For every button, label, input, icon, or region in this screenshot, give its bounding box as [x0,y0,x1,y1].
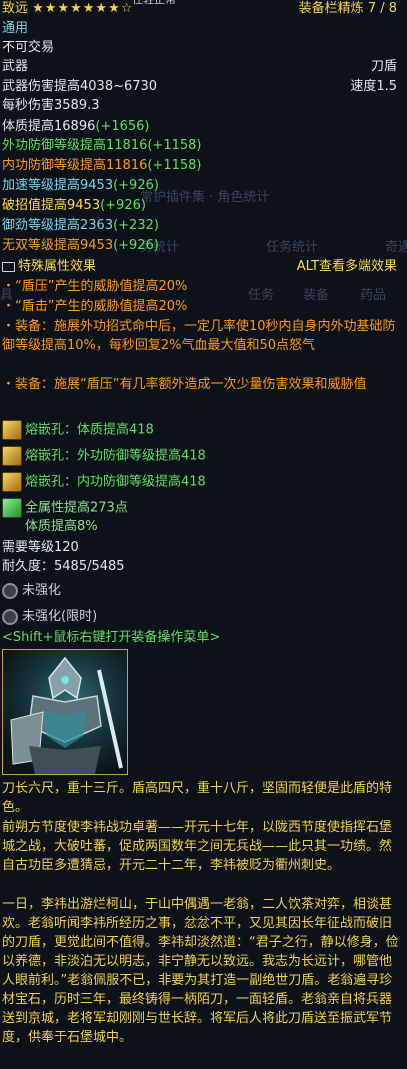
attr-bonus: (+1158) [147,138,202,153]
attr-row: 破招值提高9453(+926) [2,197,403,215]
tooltip-header: 致远 ★★★★★★★☆ 任轻正常 装备栏精炼 7 / 8 [2,0,403,18]
trade-status: 不可交易 [2,40,55,55]
attr-bonus: (+1656) [95,119,150,134]
socket-text: 熔嵌孔：外功防御等级提高418 [25,448,206,464]
dps: 每秒伤害3589.3 [2,98,100,113]
strengthen-text: 未强化(限时) [22,609,98,624]
socket-row: 熔嵌孔：外功防御等级提高418 [2,446,403,466]
special-line: ・装备：施展“盾压”有几率额外造成一次少量伤害效果和威胁值 [2,377,367,392]
ghost-status-text: 任轻正常 [132,0,176,9]
monitor-icon [2,261,15,272]
weapon-type-row: 武器 刀盾 [2,58,403,76]
attr-bonus: (+926) [100,198,146,213]
attack-speed: 速度1.5 [350,79,397,94]
star-rating: ★★★★★★★☆ [32,1,134,16]
strengthen-row: 未强化(限时) [2,608,403,626]
attr-bonus: (+926) [113,178,159,193]
item-category: 通用 [2,21,29,36]
attr-text: 内功防御等级提高11816 [2,158,148,173]
attr-bonus: (+232) [113,218,159,233]
armored-warrior-image [10,656,123,774]
special-title: 特殊属性效果 [18,259,97,274]
durability: 耐久度：5485/5485 [2,559,125,574]
strengthen-row: 未强化 [2,582,403,600]
gem-icon [2,472,22,492]
attr-row: 内功防御等级提高11816(+1158) [2,157,403,175]
item-tooltip: 致远 ★★★★★★★☆ 任轻正常 装备栏精炼 7 / 8 通用 不可交易 武器 … [0,0,407,1069]
description-para: 刀长六尺，重十三斤。盾高四尺，重十八斤，坚固而轻便是此盾的特色。 [2,781,393,815]
damage-row: 武器伤害提高4038~6730 速度1.5 [2,78,403,96]
attr-row: 无双等级提高9453(+926) [2,237,403,255]
special-line: ・“盾击”产生的威胁值提高20% [2,299,188,314]
enchant-icon [2,498,22,518]
attr-text: 无双等级提高9453 [2,238,114,253]
weapon-type: 武器 [2,59,29,74]
special-line: ・“盾压”产生的威胁值提高20% [2,279,188,294]
attr-text: 破招值提高9453 [2,198,101,213]
required-level: 需要等级120 [2,540,79,555]
socket-text: 熔嵌孔：内功防御等级提高418 [25,474,206,490]
attr-text: 御劲等级提高2363 [2,218,114,233]
refine-value: 7 / 8 [367,1,397,16]
weapon-subtype: 刀盾 [370,59,397,74]
description-para: 一日，李祎出游烂柯山，于山中偶遇一老翁，二人饮茶对弈，相谈甚欢。老翁听闻李祎所经… [2,897,399,1045]
enchant-row: 全属性提高273点 [2,498,403,518]
description-para: 前朔方节度使李祎战功卓著——开元十七年，以陇西节度使指挥石堡城之战，大破吐蕃，促… [2,820,393,873]
strengthen-text: 未强化 [22,583,62,598]
attr-bonus: (+1158) [147,158,202,173]
socket-row: 熔嵌孔：体质提高418 [2,420,403,440]
attr-text: 外功防御等级提高11816 [2,138,148,153]
item-name: 致远 [2,1,29,16]
attr-text: 加速等级提高9453 [2,178,114,193]
special-line: ・装备：施展外功招式命中后，一定几率使10秒内自身内外功基础防御等级提高10%，… [2,319,396,353]
lock-icon [2,582,18,599]
socket-text: 熔嵌孔：体质提高418 [25,422,154,438]
attr-row: 体质提高16896(+1656) [2,118,403,136]
lock-icon [2,608,18,625]
item-portrait [2,649,128,775]
attr-row: 外功防御等级提高11816(+1158) [2,137,403,155]
gem-icon [2,420,22,440]
attr-bonus: (+926) [113,238,159,253]
refine-label: 装备栏精炼 [298,1,364,16]
special-effects-header: 特殊属性效果 ALT查看多端效果 [2,258,403,276]
shift-hint: <Shift+鼠标右键打开装备操作菜单> [2,630,221,645]
alt-hint: ALT查看多端效果 [296,259,397,274]
refine-status: 装备栏精炼 7 / 8 [299,0,397,18]
enchant-sub: 体质提高8% [25,519,98,534]
attr-row: 御劲等级提高2363(+232) [2,217,403,235]
socket-row: 熔嵌孔：内功防御等级提高418 [2,472,403,492]
attr-text: 体质提高16896 [2,119,96,134]
gem-icon [2,446,22,466]
weapon-damage: 武器伤害提高4038~6730 [2,79,158,94]
enchant-text: 全属性提高273点 [25,500,128,516]
attr-row: 加速等级提高9453(+926) [2,177,403,195]
